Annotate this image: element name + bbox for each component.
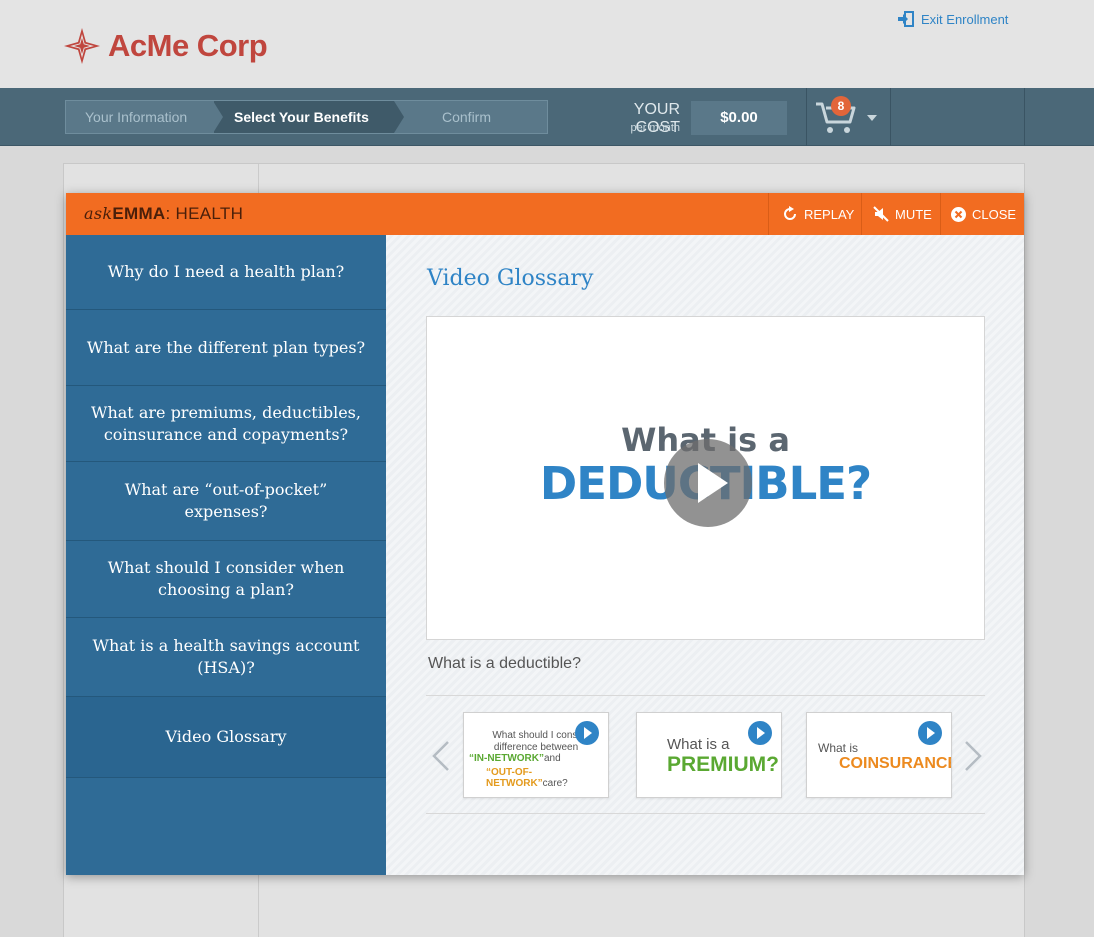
- divider: [890, 88, 891, 146]
- video-caption: What is a deductible?: [428, 655, 581, 672]
- thumbnail-highlight: COINSURANCE?: [839, 755, 951, 772]
- divider: [1024, 88, 1025, 146]
- carousel-prev-chevron-icon[interactable]: [430, 740, 452, 772]
- thumbnail-highlight: “IN-NETWORK”: [469, 753, 544, 764]
- thumbnail-play-icon: [575, 721, 599, 745]
- video-player[interactable]: What is a DEDUCTIBLE?: [426, 316, 985, 640]
- askemma-modal: askEMMA: HEALTH REPLAY MUTE CLOSE Why do…: [66, 193, 1024, 875]
- your-cost-sublabel: per month: [630, 122, 680, 134]
- step-your-information[interactable]: Your Information: [66, 101, 214, 133]
- divider: [426, 695, 985, 696]
- modal-title-suffix: : HEALTH: [165, 204, 244, 223]
- sidebar-item-plan-types[interactable]: What are the different plan types?: [66, 310, 386, 386]
- cart-count-badge: 8: [831, 96, 851, 116]
- thumbnail-play-icon: [918, 721, 942, 745]
- thumbnail-play-icon: [748, 721, 772, 745]
- sidebar-item-video-glossary[interactable]: Video Glossary: [66, 697, 386, 778]
- cart-button[interactable]: 8: [814, 96, 864, 138]
- sidebar-item-why-health-plan[interactable]: Why do I need a health plan?: [66, 235, 386, 310]
- sidebar-item-hsa[interactable]: What is a health savings account (HSA)?: [66, 618, 386, 697]
- exit-enrollment-label: Exit Enrollment: [921, 11, 1009, 27]
- step-select-your-benefits[interactable]: Select Your Benefits: [213, 101, 404, 133]
- app-header: AcMe Corp Exit Enrollment: [0, 0, 1094, 88]
- exit-icon: [898, 11, 914, 27]
- progress-steps: Your Information Select Your Benefits Co…: [65, 100, 548, 134]
- glossary-content: Video Glossary What is a DEDUCTIBLE? Wha…: [386, 235, 1024, 875]
- replay-icon: [784, 206, 796, 220]
- thumbnail-highlight: PREMIUM?: [667, 753, 779, 776]
- thumbnail-premium[interactable]: What is a PREMIUM?: [636, 712, 782, 798]
- close-button[interactable]: CLOSE: [940, 193, 1024, 235]
- thumbnail-highlight: “OUT-OF-NETWORK”: [486, 767, 543, 789]
- thumbnail-line: What is a: [667, 736, 730, 753]
- enrollment-navbar: Your Information Select Your Benefits Co…: [0, 88, 1094, 146]
- carousel-next-chevron-icon[interactable]: [962, 740, 984, 772]
- logo-diamond-icon: [64, 28, 100, 64]
- modal-title-prefix: ask: [84, 204, 113, 223]
- divider: [426, 813, 985, 814]
- mute-icon: [873, 206, 889, 222]
- close-icon: [951, 206, 966, 222]
- modal-header: askEMMA: HEALTH REPLAY MUTE CLOSE: [66, 193, 1024, 235]
- content-title: Video Glossary: [427, 266, 594, 291]
- cart-dropdown-caret-icon[interactable]: [867, 115, 877, 121]
- sidebar-item-premiums-deductibles[interactable]: What are premiums, deductibles, coinsura…: [66, 386, 386, 462]
- modal-title-name: EMMA: [112, 204, 166, 223]
- mute-label: MUTE: [895, 206, 932, 222]
- your-cost-value: $0.00: [691, 101, 787, 135]
- replay-label: REPLAY: [804, 206, 855, 222]
- close-label: CLOSE: [972, 206, 1017, 222]
- thumbnail-line: care?: [542, 778, 568, 789]
- thumbnail-text: “IN-NETWORK”and: [469, 753, 561, 764]
- brand-name: AcMe Corp: [108, 28, 268, 63]
- thumbnail-line: difference between: [493, 742, 579, 753]
- thumbnail-text: “OUT-OF-NETWORK”care?: [486, 767, 608, 789]
- modal-title: askEMMA: HEALTH: [84, 204, 243, 224]
- thumbnail-line: What is: [818, 741, 859, 755]
- step-confirm[interactable]: Confirm: [394, 101, 547, 133]
- replay-button[interactable]: REPLAY: [768, 193, 861, 235]
- thumbnail-line: What should I consi: [492, 730, 580, 741]
- thumbnail-line: and: [544, 753, 561, 764]
- brand-logo[interactable]: AcMe Corp: [64, 28, 268, 64]
- sidebar-item-choosing-plan[interactable]: What should I consider when choosing a p…: [66, 541, 386, 618]
- topic-sidebar: Why do I need a health plan? What are th…: [66, 235, 386, 875]
- sidebar-item-out-of-pocket[interactable]: What are “out-of-pocket” expenses?: [66, 462, 386, 541]
- mute-button[interactable]: MUTE: [861, 193, 940, 235]
- divider: [806, 88, 807, 146]
- play-icon[interactable]: [664, 439, 752, 527]
- exit-enrollment-link[interactable]: Exit Enrollment: [897, 10, 1008, 28]
- thumbnail-coinsurance[interactable]: What is COINSURANCE?: [806, 712, 952, 798]
- thumbnail-in-network[interactable]: What should I consi difference between “I…: [463, 712, 609, 798]
